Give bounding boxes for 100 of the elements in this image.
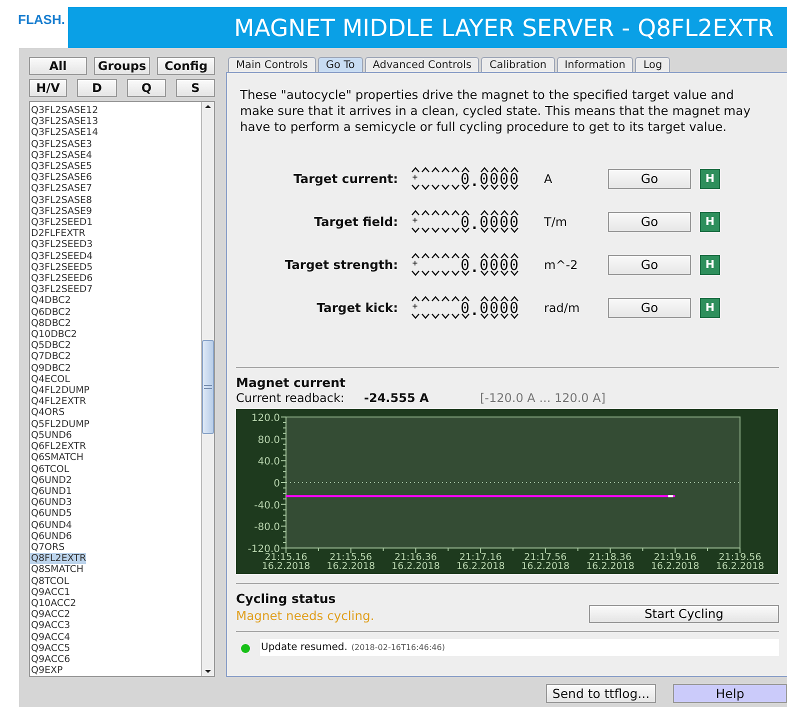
y-tick-label: 0 bbox=[274, 478, 280, 490]
list-item[interactable]: Q6UND1 bbox=[30, 486, 72, 498]
list-item[interactable]: Q3FL2SEED6 bbox=[30, 273, 93, 284]
send-button[interactable]: Send to ttflog... bbox=[546, 684, 656, 703]
list-item[interactable]: Q3FL2SASE6 bbox=[30, 172, 92, 184]
list-item[interactable]: Q4ORS bbox=[30, 407, 65, 419]
x-tick-label: 21:15.56 16.2.2018 bbox=[326, 552, 376, 572]
list-item[interactable]: Q3FL2SASE5 bbox=[30, 161, 92, 172]
filter-button[interactable]: Q bbox=[127, 79, 166, 97]
y-tick-label: 40.0 bbox=[258, 456, 280, 468]
sign-digit: + bbox=[412, 218, 418, 225]
list-item[interactable]: Q10ACC2 bbox=[30, 598, 76, 610]
list-item[interactable]: Q6UND6 bbox=[30, 530, 72, 542]
start-cycling-button[interactable]: Start Cycling bbox=[589, 605, 779, 623]
list-item[interactable]: Q3FL2SASE9 bbox=[30, 206, 92, 218]
help-button[interactable]: Help bbox=[673, 684, 787, 703]
filter-button[interactable]: Config bbox=[157, 57, 215, 75]
digit: 0 bbox=[489, 174, 499, 184]
decimal-point: . bbox=[470, 216, 479, 232]
tab[interactable]: Log bbox=[635, 57, 670, 72]
list-item[interactable]: Q3FL2SEED7 bbox=[30, 284, 93, 296]
y-tick-label: 120.0 bbox=[251, 413, 280, 424]
unit-label: T/m bbox=[544, 214, 568, 228]
list-item[interactable]: Q8TCOL bbox=[30, 576, 70, 587]
target-label: Target kick: bbox=[316, 300, 398, 314]
history-button[interactable]: H bbox=[700, 168, 720, 188]
history-button[interactable]: H bbox=[700, 254, 720, 274]
list-item[interactable]: Q9DBC2 bbox=[30, 362, 71, 374]
list-item[interactable]: Q8DBC2 bbox=[30, 318, 71, 330]
scroll-thumb[interactable] bbox=[202, 340, 214, 434]
list-item[interactable]: Q4DBC2 bbox=[30, 295, 71, 307]
list-item[interactable]: Q6UND4 bbox=[30, 520, 72, 531]
list-item[interactable]: Q9ACC6 bbox=[30, 654, 70, 666]
section-heading: Cycling status bbox=[236, 591, 337, 606]
digit: 0 bbox=[509, 174, 519, 184]
list-item[interactable]: Q6DBC2 bbox=[30, 306, 71, 318]
list-item[interactable]: Q3FL2SASE8 bbox=[30, 194, 92, 206]
tab[interactable]: Calibration bbox=[481, 57, 555, 72]
list-item[interactable]: Q7ORS bbox=[30, 542, 65, 554]
digit: 0 bbox=[479, 174, 489, 184]
digit: 0 bbox=[509, 302, 519, 312]
filter-button[interactable]: Groups bbox=[94, 57, 150, 75]
list-item[interactable]: Q9ACC1 bbox=[30, 586, 70, 598]
go-button[interactable]: Go bbox=[608, 168, 691, 188]
list-item[interactable]: Q6TCOL bbox=[30, 464, 70, 475]
list-item[interactable]: Q8FL2EXTR bbox=[30, 553, 86, 564]
list-item[interactable]: Q5UND6 bbox=[30, 430, 72, 442]
list-item[interactable]: Q3FL2SEED4 bbox=[30, 250, 93, 262]
list-item[interactable]: Q5FL2DUMP bbox=[30, 418, 90, 430]
digit: 0 bbox=[489, 302, 499, 312]
list-item[interactable]: Q5DBC2 bbox=[30, 340, 71, 352]
x-tick-label: 21:19.16 16.2.2018 bbox=[650, 552, 700, 572]
list-item[interactable]: Q3FL2SEED1 bbox=[30, 217, 93, 228]
list-item[interactable]: Q6UND2 bbox=[30, 474, 72, 486]
x-tick-label: 21:15.16 16.2.2018 bbox=[262, 552, 310, 572]
section-heading: Magnet current bbox=[236, 375, 347, 390]
list-item[interactable]: Q4FL2DUMP bbox=[30, 385, 90, 396]
scrollbar[interactable] bbox=[201, 102, 214, 676]
filter-button[interactable]: H/V bbox=[29, 79, 67, 97]
list-item[interactable]: Q3FL2SASE12 bbox=[30, 105, 98, 116]
filter-button[interactable]: All bbox=[29, 57, 87, 75]
list-item[interactable]: Q10DBC2 bbox=[30, 329, 77, 340]
list-item[interactable]: Q7DBC2 bbox=[30, 351, 71, 363]
description: These "autocycle" properties drive the magnet to the specified target value and make sure that it arrives in a clean, cycled state. This means that the magnet may have to perform a semicycle or full cycling procedure to get to its target value. bbox=[240, 87, 752, 135]
list-item[interactable]: Q3FL2SASE3 bbox=[30, 138, 92, 150]
list-item[interactable]: Q9ACC2 bbox=[30, 609, 70, 620]
digit: 0 bbox=[509, 216, 519, 226]
tab[interactable]: Go To bbox=[318, 57, 363, 72]
go-button[interactable]: Go bbox=[608, 254, 691, 274]
filter-button[interactable]: D bbox=[77, 79, 117, 97]
history-button[interactable]: H bbox=[700, 298, 720, 318]
tab[interactable]: Information bbox=[556, 57, 634, 72]
list-item[interactable]: Q6SMATCH bbox=[30, 452, 84, 464]
tab[interactable]: Advanced Controls bbox=[364, 57, 480, 72]
list-item[interactable]: Q9ACC3 bbox=[30, 620, 70, 632]
filter-button[interactable]: S bbox=[176, 79, 215, 97]
history-button[interactable]: H bbox=[700, 212, 720, 232]
go-button[interactable]: Go bbox=[608, 212, 691, 232]
list-item[interactable]: Q3FL2SASE4 bbox=[30, 150, 92, 162]
list-item[interactable]: Q9EXP bbox=[30, 665, 63, 676]
list-item[interactable]: Q6UND3 bbox=[30, 497, 72, 508]
list-item[interactable]: D2FLFEXTR bbox=[30, 228, 86, 240]
unit-label: rad/m bbox=[544, 300, 581, 314]
digit: 0 bbox=[460, 302, 470, 312]
list-item[interactable]: Q9ACC5 bbox=[30, 642, 70, 654]
list-item[interactable]: Q8SMATCH bbox=[30, 564, 84, 576]
list-item[interactable]: Q6FL2EXTR bbox=[30, 441, 86, 452]
list-item[interactable]: Q3FL2SEED3 bbox=[30, 239, 93, 251]
list-item[interactable]: Q3FL2SASE14 bbox=[30, 127, 98, 139]
go-button[interactable]: Go bbox=[608, 298, 691, 318]
tab[interactable]: Main Controls bbox=[228, 57, 316, 72]
list-item[interactable]: Q3FL2SASE7 bbox=[30, 183, 92, 195]
list-item[interactable]: Q4FL2EXTR bbox=[30, 396, 86, 408]
list-item[interactable]: Q4ECOL bbox=[30, 374, 70, 386]
list-item[interactable]: Q9ACC4 bbox=[30, 632, 70, 643]
list-item[interactable]: Q3FL2SEED5 bbox=[30, 262, 93, 274]
status-message: Update resumed. bbox=[261, 642, 348, 653]
target-label: Target field: bbox=[313, 214, 398, 228]
list-item[interactable]: Q3FL2SASE13 bbox=[30, 116, 98, 128]
list-item[interactable]: Q6UND5 bbox=[30, 508, 72, 520]
